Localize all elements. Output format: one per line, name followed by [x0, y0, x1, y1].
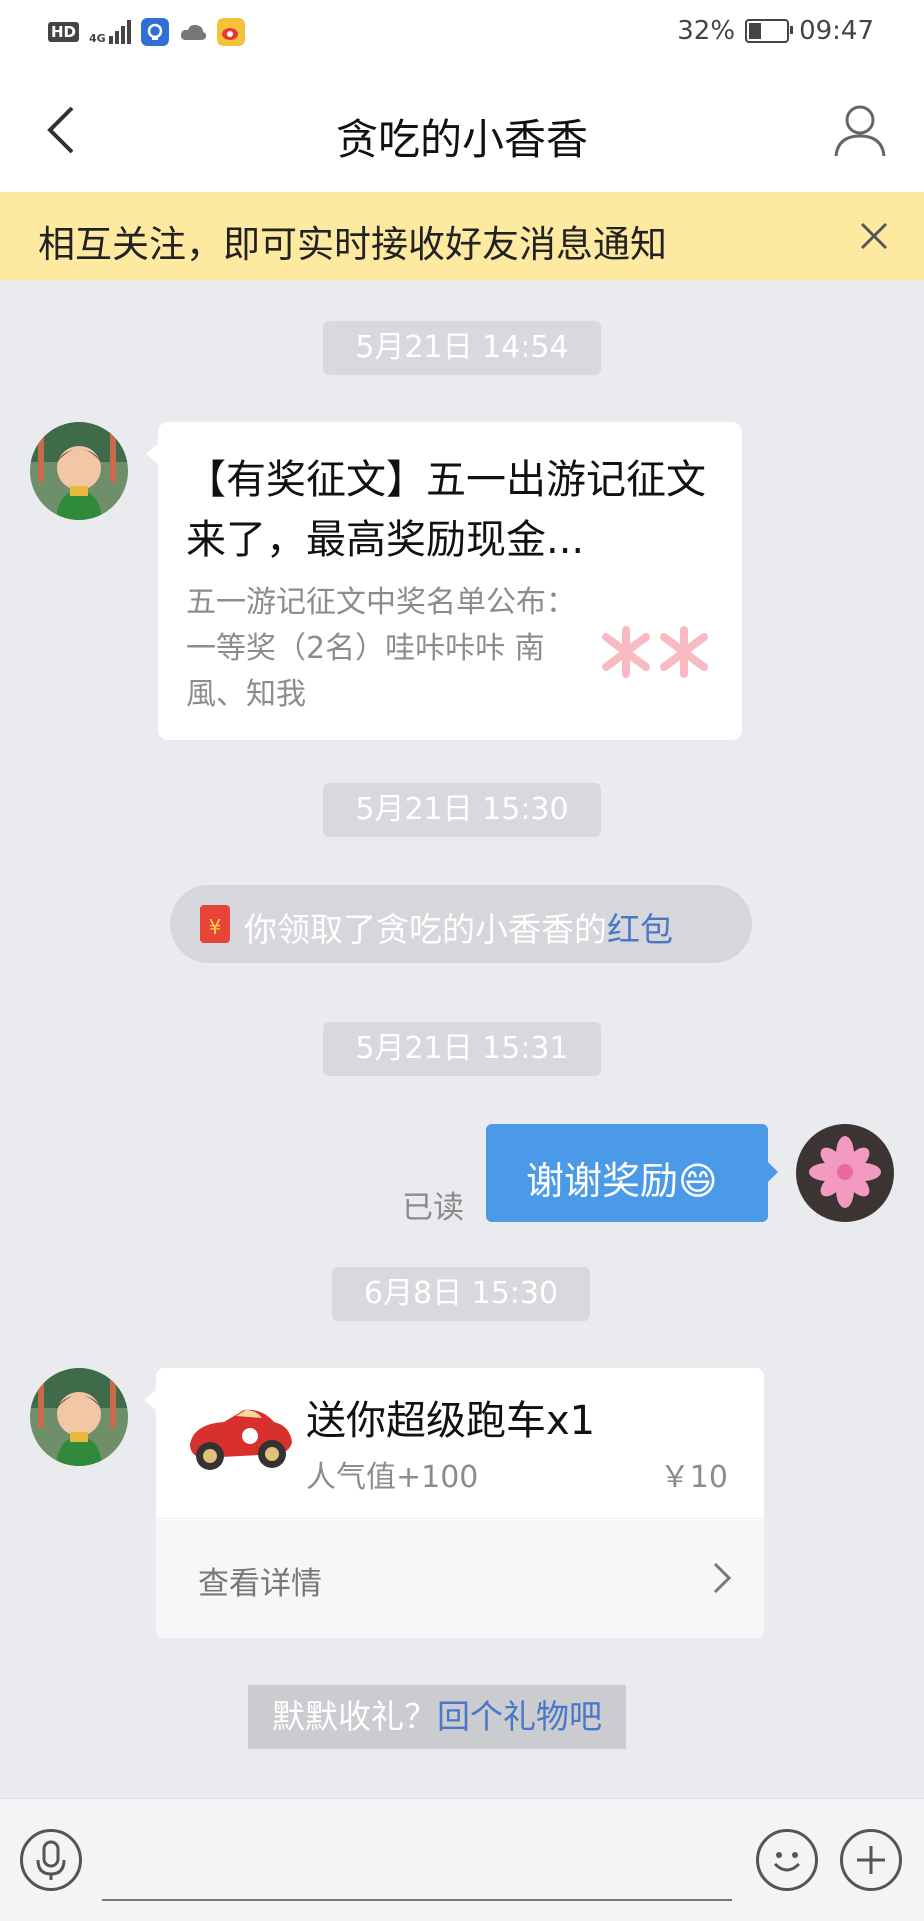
battery-icon — [745, 19, 794, 43]
gift-title: 送你超级跑车x1 — [306, 1398, 596, 1444]
chat-title: 贪吃的小香香 — [335, 115, 588, 164]
red-packet-text: 你领取了贪吃的小香香的红包 — [244, 903, 673, 951]
bubble-tail — [768, 1162, 778, 1182]
article-thumbnail — [598, 622, 716, 682]
article-description: 五一游记征文中奖名单公布：一等奖（2名）哇咔咔咔 南風、知我 — [186, 585, 576, 712]
contact-avatar[interactable] — [30, 422, 128, 520]
gift-summary: 送你超级跑车x1 人气值+100 ￥10 — [156, 1368, 764, 1518]
chevron-right-icon — [713, 1562, 732, 1594]
divider — [156, 1518, 764, 1519]
bubble-tail — [144, 1390, 156, 1410]
battery-level — [749, 23, 762, 39]
bubble-tail — [146, 444, 158, 464]
plus-icon — [857, 1846, 885, 1874]
red-packet-label: 你领取了贪吃的小香香的 — [244, 910, 607, 949]
input-bar — [0, 1798, 924, 1921]
cloud-icon — [180, 24, 206, 40]
status-icons-right: 32% 09:47 — [677, 16, 874, 46]
my-message-bubble[interactable]: 谢谢奖励😄 — [486, 1124, 768, 1222]
my-avatar[interactable] — [796, 1124, 894, 1222]
contact-avatar[interactable] — [30, 1368, 128, 1466]
my-message-text: 谢谢奖励😄 — [526, 1150, 718, 1205]
message-timestamp: 5月21日 15:31 — [323, 1022, 601, 1076]
hd-badge: HD — [48, 22, 80, 42]
emoji-button[interactable] — [756, 1829, 818, 1891]
clock: 09:47 — [799, 16, 874, 46]
read-receipt: 已读 — [402, 1190, 464, 1226]
article-title: 【有奖征文】五一出游记征文来了，最高奖励现金... — [186, 457, 706, 563]
gift-card[interactable]: 送你超级跑车x1 人气值+100 ￥10 查看详情 — [156, 1368, 764, 1638]
network-label: 4G — [89, 32, 106, 45]
more-button[interactable] — [840, 1829, 902, 1891]
red-packet-icon: ¥ — [200, 905, 230, 943]
message-input[interactable] — [102, 1899, 732, 1901]
message-timestamp: 5月21日 15:30 — [323, 783, 601, 837]
status-icons-left: HD 4G — [48, 18, 245, 46]
weibo-icon — [216, 18, 245, 46]
status-bar: HD 4G 32% 09:47 — [0, 0, 924, 70]
return-gift-prompt: 默默收礼？回个礼物吧 — [248, 1685, 626, 1749]
gift-price: ￥10 — [659, 1460, 728, 1495]
red-packet-link[interactable]: 红包 — [607, 910, 673, 949]
chat-header: 贪吃的小香香 — [0, 70, 924, 192]
follow-notice-text: 相互关注，即可实时接收好友消息通知 — [38, 223, 667, 266]
red-packet-notice: ¥ 你领取了贪吃的小香香的红包 — [170, 885, 752, 963]
signal-icon: 4G — [89, 20, 131, 44]
message-timestamp: 5月21日 14:54 — [323, 321, 601, 375]
return-gift-link[interactable]: 回个礼物吧 — [437, 1697, 602, 1736]
message-timestamp: 6月8日 15:30 — [332, 1267, 590, 1321]
race-car-icon — [190, 1409, 292, 1470]
return-gift-text: 默默收礼？ — [272, 1697, 437, 1736]
view-details-label: 查看详情 — [198, 1566, 322, 1602]
battery-percent: 32% — [677, 16, 736, 46]
close-icon[interactable] — [844, 206, 904, 266]
gift-popularity: 人气值+100 — [306, 1460, 479, 1495]
profile-icon[interactable] — [830, 100, 890, 160]
view-details-link[interactable]: 查看详情 — [156, 1520, 764, 1638]
smiley-icon — [773, 1852, 801, 1872]
article-card[interactable]: 【有奖征文】五一出游记征文来了，最高奖励现金... 五一游记征文中奖名单公布：一… — [158, 422, 742, 740]
voice-button[interactable] — [20, 1829, 82, 1891]
grin-emoji: 😄 — [678, 1159, 718, 1203]
microphone-icon — [36, 1840, 66, 1880]
follow-notice-banner: 相互关注，即可实时接收好友消息通知 — [0, 192, 924, 280]
app-notification-icon — [140, 18, 169, 46]
my-message-label: 谢谢奖励 — [526, 1159, 679, 1203]
